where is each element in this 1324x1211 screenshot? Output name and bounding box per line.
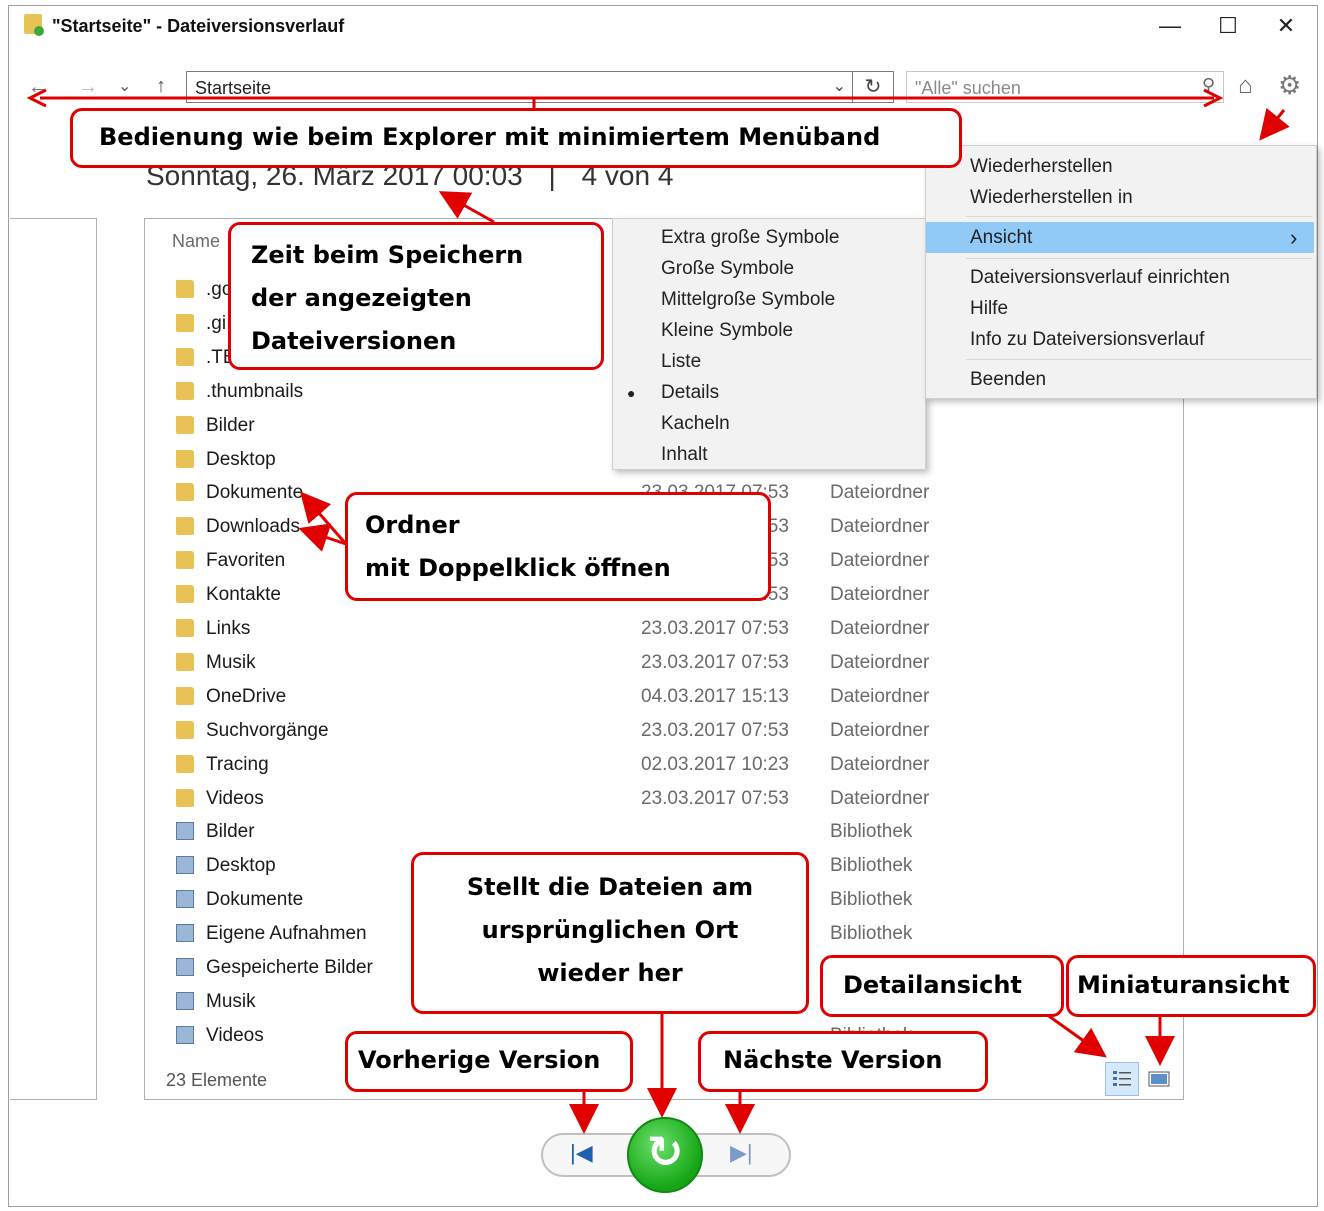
annotation-time-line2: der angezeigten xyxy=(251,284,472,312)
detail-arrow xyxy=(1045,1012,1107,1058)
annotation-next-version: Nächste Version xyxy=(698,1031,988,1092)
annotation-detail-view-text: Detailansicht xyxy=(843,971,1022,999)
annotation-folder-line1: Ordner xyxy=(365,511,460,539)
annotation-restore: Stellt die Dateien am ursprünglichen Ort… xyxy=(411,852,809,1014)
annotation-time-line3: Dateiversionen xyxy=(251,327,457,355)
annotation-restore-line1: Stellt die Dateien am xyxy=(466,873,754,901)
annotation-restore-line2: ursprünglichen Ort xyxy=(481,916,739,944)
annotation-prev-version-text: Vorherige Version xyxy=(358,1046,601,1074)
annotation-ribbon-text: Bedienung wie beim Explorer mit minimier… xyxy=(99,123,881,151)
annotation-time-line1: Zeit beim Speichern xyxy=(251,241,524,269)
annotation-folder: Ordner mit Doppelklick öffnen xyxy=(345,492,771,601)
annotation-ribbon: Bedienung wie beim Explorer mit minimier… xyxy=(70,108,962,168)
annotation-thumb-view: Miniaturansicht xyxy=(1066,955,1316,1017)
annotation-thumb-view-text: Miniaturansicht xyxy=(1077,971,1290,999)
time-arrow xyxy=(438,191,495,224)
gear-arrow xyxy=(1259,107,1290,141)
annotation-folder-line2: mit Doppelklick öffnen xyxy=(365,554,671,582)
annotation-next-version-text: Nächste Version xyxy=(723,1046,943,1074)
annotation-arrows xyxy=(26,88,1290,1134)
annotation-detail-view: Detailansicht xyxy=(820,955,1064,1017)
annotation-time: Zeit beim Speichern der angezeigten Date… xyxy=(228,222,604,370)
annotation-prev-version: Vorherige Version xyxy=(345,1031,633,1092)
annotation-restore-line3: wieder her xyxy=(537,959,683,987)
